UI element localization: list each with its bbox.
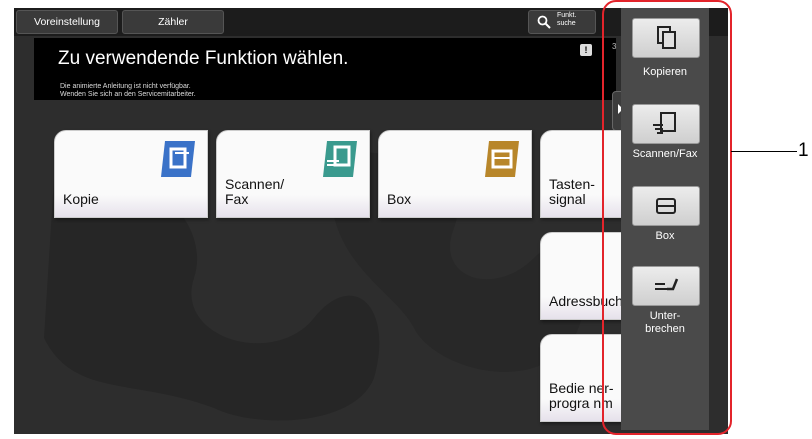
page-title: Zu verwendende Funktion wählen. (58, 48, 349, 69)
tile-key-sound-label: Tasten- signal (549, 176, 595, 207)
tile-box-label: Box (387, 191, 412, 207)
function-search-button[interactable]: Funkt. suche (528, 10, 596, 34)
help-icon[interactable]: ! (580, 44, 592, 56)
callout-number: 1 (798, 140, 809, 161)
tile-copy-label: Kopie (63, 191, 99, 207)
counter-button[interactable]: Zähler (122, 10, 224, 34)
tile-scan-fax[interactable]: Scannen/ Fax (216, 130, 370, 218)
title-area: Zu verwendende Funktion wählen. Die anim… (34, 38, 616, 100)
tile-scan-fax-label: Scannen/ Fax (225, 176, 285, 207)
callout-highlight-frame (602, 0, 732, 435)
notice-line-1: Die animierte Anleitung ist nicht verfüg… (60, 83, 191, 90)
tile-box[interactable]: Box (378, 130, 532, 218)
notice-line-2: Wenden Sie sich an den Servicemitarbeite… (60, 91, 196, 98)
tile-copy[interactable]: Kopie (54, 130, 208, 218)
search-icon (537, 15, 551, 29)
search-label-line2: suche (557, 20, 576, 27)
callout-line (731, 151, 797, 152)
notice-text: Die animierte Anleitung ist nicht verfüg… (60, 83, 196, 99)
box-icon (485, 141, 519, 177)
preset-button[interactable]: Voreinstellung (16, 10, 118, 34)
scan-fax-icon (323, 141, 357, 177)
copy-icon (161, 141, 195, 177)
